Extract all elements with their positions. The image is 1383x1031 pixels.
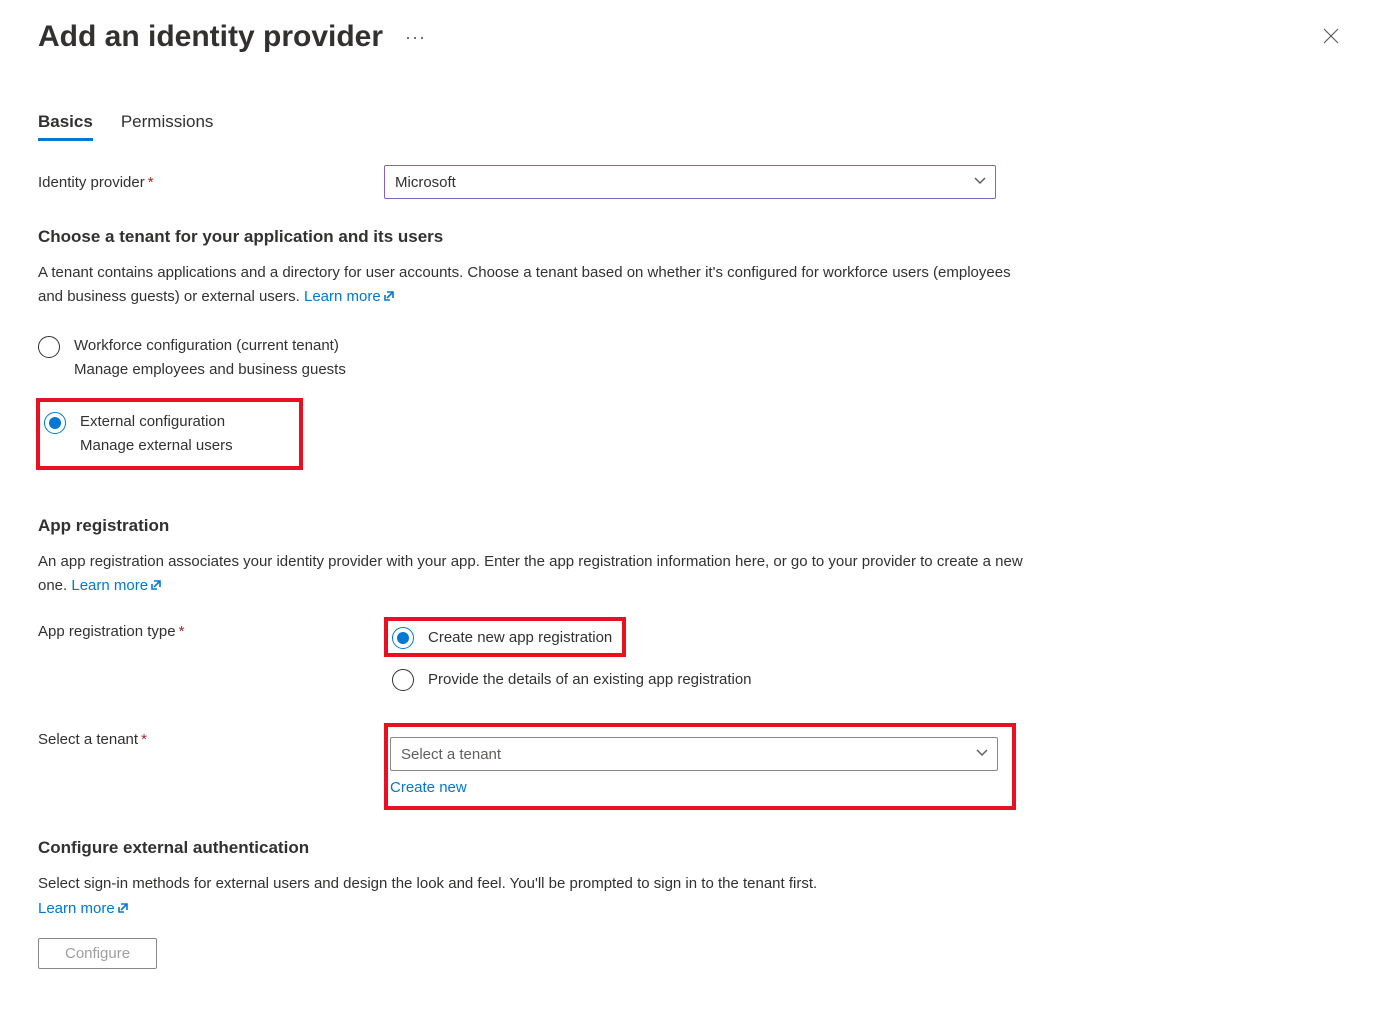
more-options-button[interactable]: ···	[401, 23, 430, 52]
identity-provider-value: Microsoft	[384, 165, 996, 199]
provide-existing-radio[interactable]	[392, 669, 414, 691]
radio-inner-dot	[397, 632, 409, 644]
close-icon	[1323, 28, 1339, 44]
identity-provider-select[interactable]: Microsoft	[384, 165, 996, 199]
create-new-label: Create new app registration	[428, 629, 612, 646]
page-header: Add an identity provider ···	[38, 20, 1345, 54]
identity-provider-label-text: Identity provider	[38, 174, 145, 191]
ext-auth-heading: Configure external authentication	[38, 838, 1345, 858]
workforce-label: Workforce configuration (current tenant)	[74, 334, 346, 358]
learn-more-text: Learn more	[304, 288, 381, 305]
external-radio-option[interactable]: External configuration Manage external u…	[42, 408, 293, 460]
tab-basics[interactable]: Basics	[38, 112, 93, 141]
workforce-radio[interactable]	[38, 336, 60, 358]
required-asterisk: *	[141, 731, 147, 748]
page-title: Add an identity provider	[38, 20, 383, 54]
header-left: Add an identity provider ···	[38, 20, 430, 54]
external-radio[interactable]	[44, 412, 66, 434]
select-tenant-highlight: Select a tenant Create new	[384, 723, 1016, 810]
tenant-choice-desc: A tenant contains applications and a dir…	[38, 261, 1038, 310]
app-reg-learn-more-link[interactable]: Learn more	[71, 577, 162, 594]
external-link-icon	[150, 575, 162, 599]
identity-provider-label: Identity provider*	[38, 174, 384, 191]
app-reg-desc: An app registration associates your iden…	[38, 550, 1038, 599]
identity-provider-row: Identity provider* Microsoft	[38, 165, 1345, 199]
external-sub: Manage external users	[80, 434, 233, 458]
select-tenant-row: Select a tenant* Select a tenant Create …	[38, 723, 1345, 810]
tenant-choice-desc-text: A tenant contains applications and a dir…	[38, 264, 1011, 305]
tab-bar: Basics Permissions	[38, 112, 1345, 141]
app-reg-type-options: Create new app registration Provide the …	[384, 617, 752, 695]
select-tenant-value: Select a tenant	[390, 737, 998, 771]
app-registration-section: App registration An app registration ass…	[38, 516, 1345, 810]
app-reg-heading: App registration	[38, 516, 1345, 536]
learn-more-text: Learn more	[71, 577, 148, 594]
ext-auth-learn-more-link[interactable]: Learn more	[38, 900, 129, 917]
create-new-highlight: Create new app registration	[384, 617, 626, 657]
close-button[interactable]	[1317, 22, 1345, 53]
app-reg-type-row: App registration type* Create new app re…	[38, 617, 1345, 695]
tenant-choice-heading: Choose a tenant for your application and…	[38, 227, 1345, 247]
ext-auth-desc: Select sign-in methods for external user…	[38, 872, 1038, 896]
provide-existing-option[interactable]: Provide the details of an existing app r…	[384, 663, 752, 695]
select-tenant-label-text: Select a tenant	[38, 731, 138, 748]
tenant-choice-learn-more-link[interactable]: Learn more	[304, 288, 395, 305]
workforce-sub: Manage employees and business guests	[74, 358, 346, 382]
ext-auth-desc-text: Select sign-in methods for external user…	[38, 875, 817, 892]
external-label: External configuration	[80, 410, 233, 434]
external-radio-highlight: External configuration Manage external u…	[36, 398, 303, 470]
external-radio-text: External configuration Manage external u…	[80, 410, 233, 458]
create-new-tenant-link[interactable]: Create new	[390, 779, 467, 796]
app-reg-type-label-text: App registration type	[38, 623, 176, 640]
create-new-radio[interactable]	[392, 627, 414, 649]
required-asterisk: *	[148, 174, 154, 191]
external-link-icon	[383, 286, 395, 310]
app-reg-desc-text: An app registration associates your iden…	[38, 553, 1023, 594]
select-tenant-label: Select a tenant*	[38, 723, 384, 748]
radio-inner-dot	[49, 417, 61, 429]
required-asterisk: *	[179, 623, 185, 640]
tenant-choice-section: Choose a tenant for your application and…	[38, 227, 1345, 470]
external-link-icon	[117, 901, 129, 918]
learn-more-text: Learn more	[38, 900, 115, 917]
select-tenant-dropdown[interactable]: Select a tenant	[390, 737, 998, 771]
workforce-radio-text: Workforce configuration (current tenant)…	[74, 334, 346, 382]
tenant-radio-group: Workforce configuration (current tenant)…	[38, 328, 1345, 470]
app-reg-type-label: App registration type*	[38, 617, 384, 640]
provide-existing-label: Provide the details of an existing app r…	[428, 671, 752, 688]
workforce-radio-option[interactable]: Workforce configuration (current tenant)…	[38, 328, 1345, 388]
tab-permissions[interactable]: Permissions	[121, 112, 214, 141]
configure-button[interactable]: Configure	[38, 938, 157, 969]
ext-auth-section: Configure external authentication Select…	[38, 838, 1345, 969]
